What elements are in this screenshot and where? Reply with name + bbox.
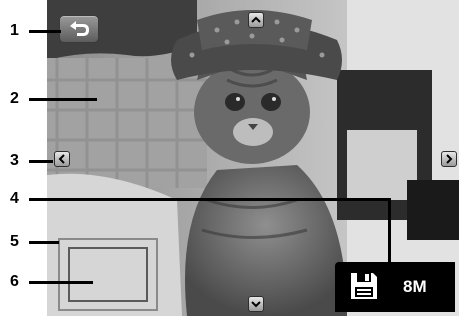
chevron-left-icon	[58, 154, 65, 164]
callout-5: 5	[10, 233, 19, 250]
leader-line-2	[29, 98, 97, 101]
pan-up-button[interactable]	[248, 12, 264, 28]
callout-2: 2	[10, 90, 19, 107]
chevron-right-icon	[446, 154, 453, 164]
pan-down-button[interactable]	[248, 296, 264, 312]
chevron-down-icon	[251, 301, 261, 308]
callout-3: 3	[10, 152, 19, 169]
zoom-current-area	[68, 247, 148, 302]
leader-line-4-horizontal	[29, 198, 391, 201]
pan-left-button[interactable]	[54, 151, 70, 167]
callout-6: 6	[10, 273, 19, 290]
leader-line-1	[29, 30, 61, 33]
pan-right-button[interactable]	[441, 151, 457, 167]
leader-line-4-vertical	[388, 198, 391, 264]
floppy-disk-icon	[351, 273, 377, 299]
image-resolution-panel: 8M	[335, 262, 455, 312]
return-arrow-icon	[70, 21, 89, 36]
camera-display: 8M	[47, 0, 459, 316]
chevron-up-icon	[251, 16, 261, 23]
zoom-navigation-frame	[58, 238, 158, 311]
resolution-label: 8M	[403, 277, 427, 296]
callout-4: 4	[10, 190, 19, 207]
callout-1: 1	[10, 22, 19, 39]
leader-line-5	[29, 241, 59, 244]
manual-figure: 8M 1 2 3 4 5 6	[0, 0, 459, 316]
leader-line-3	[29, 160, 53, 163]
leader-line-6	[29, 281, 93, 284]
return-button[interactable]	[59, 15, 99, 43]
